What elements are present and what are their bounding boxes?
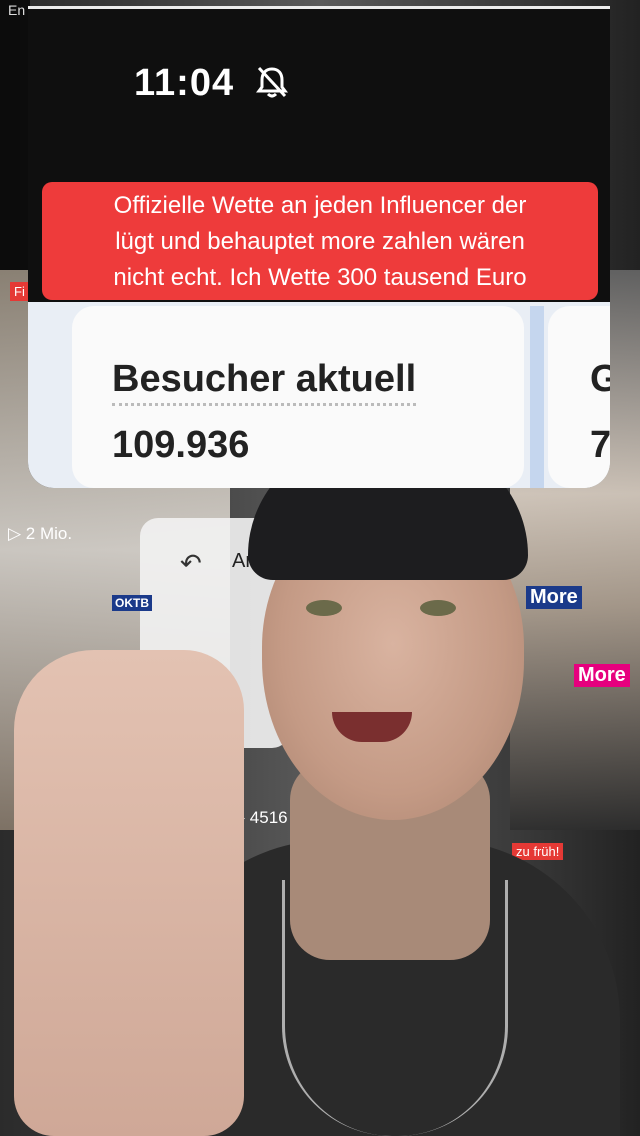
stats-value: 109.936 (112, 424, 250, 466)
background-tag-right: zu früh! (512, 843, 564, 860)
caption-line-3: nicht echt. Ich Wette 300 tausend Euro (113, 264, 527, 291)
status-time: 11:04 (134, 62, 235, 104)
stats-label: Besucher aktuell (112, 358, 417, 406)
caption-box: Offizielle Wette an jeden Influencer der… (42, 182, 598, 300)
background-brand-more: More (526, 586, 582, 609)
stats-label-next: G (590, 358, 610, 400)
reply-arrow-icon: ↶ (180, 548, 202, 578)
background-event-label: OKTB (112, 595, 152, 611)
person-eye-right (420, 600, 456, 616)
background-brand-more-2: More (574, 664, 630, 687)
stats-chart-strip (530, 306, 544, 488)
background-views-left: ▷ 2 Mio. (8, 524, 73, 543)
caption-line-2: lügt und behauptet more zahlen wären (115, 228, 525, 255)
person-hand (14, 650, 244, 1136)
phone-top-strip (28, 6, 610, 9)
person-necklace (282, 880, 508, 1136)
background-text-en: En (8, 2, 26, 18)
background-tag-left: Fi (10, 282, 29, 301)
caption-line-1: Offizielle Wette an jeden Influencer der (113, 192, 527, 219)
person-eye-left (306, 600, 342, 616)
stats-value-next: 7 (590, 424, 610, 466)
bell-muted-icon (256, 66, 288, 98)
background-dark-panel (0, 0, 30, 270)
